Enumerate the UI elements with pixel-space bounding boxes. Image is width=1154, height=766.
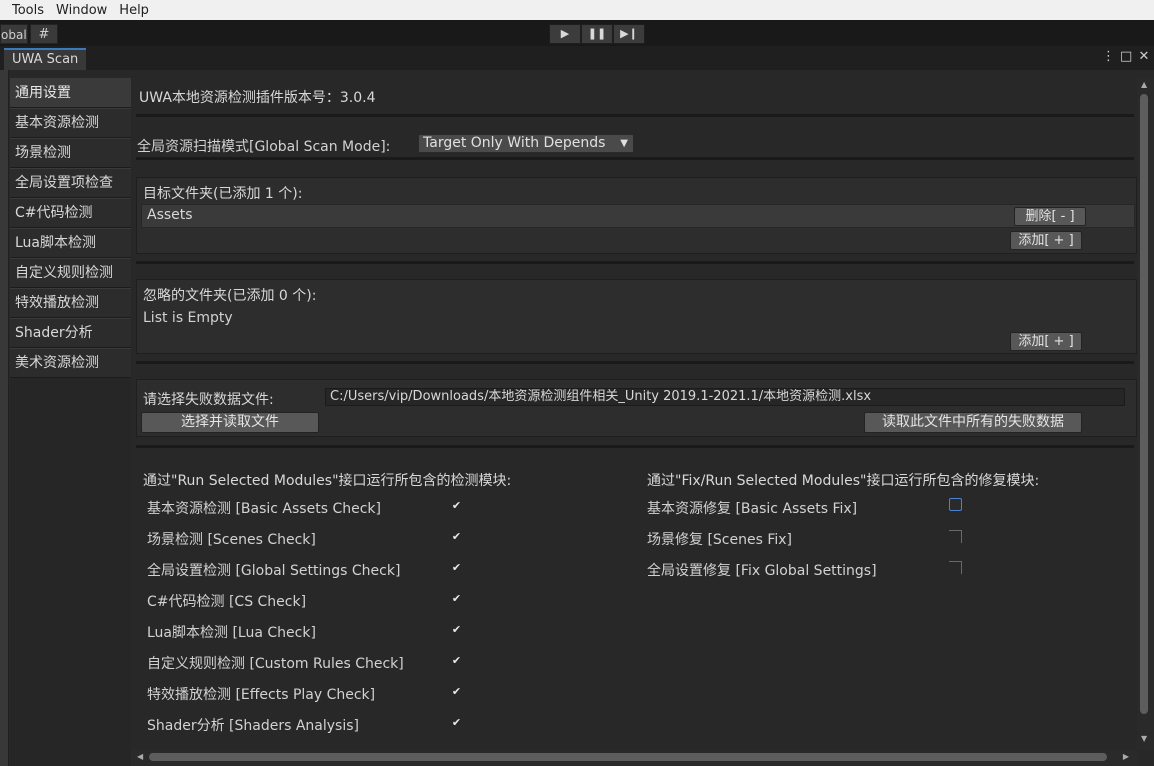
scan-mode-value: Target Only With Depends: [423, 135, 606, 151]
run-module-global-settings: 全局设置检测 [Global Settings Check]: [147, 560, 400, 590]
run-cs-checkbox[interactable]: ✔: [450, 592, 463, 605]
run-custom-rules-checkbox[interactable]: ✔: [450, 654, 463, 667]
separator: [136, 114, 1134, 117]
fix-modules-header: 通过"Fix/Run Selected Modules"接口运行所包含的修复模块…: [647, 473, 1040, 489]
module-label: 基本资源修复 [Basic Assets Fix]: [647, 501, 858, 517]
tab-controls: ⋮ □ ✕: [1102, 49, 1150, 64]
read-all-fail-data-button[interactable]: 读取此文件中所有的失败数据: [864, 412, 1082, 433]
sidebar-item-shader[interactable]: Shader分析: [10, 318, 131, 348]
separator: [136, 157, 1134, 160]
module-label: Shader分析 [Shaders Analysis]: [147, 718, 359, 734]
separator: [136, 361, 1134, 364]
horizontal-scroll-thumb[interactable]: [149, 753, 1107, 761]
sidebar-item-art-assets[interactable]: 美术资源检测: [10, 348, 131, 378]
tab-uwa-scan[interactable]: UWA Scan: [4, 48, 86, 70]
module-label: 场景检测 [Scenes Check]: [147, 532, 316, 548]
fix-basic-assets-checkbox[interactable]: [949, 498, 962, 511]
fix-scenes-checkbox[interactable]: [949, 530, 962, 543]
sidebar-item-basic-assets[interactable]: 基本资源检测: [10, 108, 131, 138]
run-module-shaders: Shader分析 [Shaders Analysis]: [147, 715, 359, 745]
scroll-down-icon[interactable]: ▼: [1141, 734, 1147, 743]
choose-file-button[interactable]: 选择并读取文件: [141, 412, 319, 433]
module-label: 基本资源检测 [Basic Assets Check]: [147, 501, 381, 517]
menu-window[interactable]: Window: [50, 3, 113, 18]
horizontal-scrollbar[interactable]: ◀ ▶: [131, 750, 1137, 766]
target-folders-panel: 目标文件夹(已添加 1 个): Assets 删除[ - ] 添加[ + ]: [136, 177, 1137, 254]
run-module-effects: 特效播放检测 [Effects Play Check]: [147, 684, 375, 714]
run-module-cs: C#代码检测 [CS Check]: [147, 591, 306, 621]
run-module-lua: Lua脚本检测 [Lua Check]: [147, 622, 316, 652]
fail-file-path-field[interactable]: C:/Users/vip/Downloads/本地资源检测组件相关_Unity …: [325, 388, 1125, 406]
scroll-right-icon[interactable]: ▶: [1123, 752, 1129, 761]
fix-module-global-settings: 全局设置修复 [Fix Global Settings]: [647, 560, 877, 590]
target-folder-path: Assets: [147, 207, 193, 223]
step-icon[interactable]: ▶❙: [613, 24, 645, 44]
menu-bar: Tools Window Help: [0, 0, 1154, 20]
playmode-controls: ▶ ❚❚ ▶❙: [549, 24, 645, 44]
run-module-custom-rules: 自定义规则检测 [Custom Rules Check]: [147, 653, 404, 683]
ignored-empty-text: List is Empty: [143, 310, 233, 326]
scan-mode-label: 全局资源扫描模式[Global Scan Mode]:: [137, 139, 391, 155]
main-content: UWA本地资源检测插件版本号：3.0.4 全局资源扫描模式[Global Sca…: [131, 78, 1137, 750]
run-module-basic-assets: 基本资源检测 [Basic Assets Check]: [147, 498, 381, 528]
add-target-folder-button[interactable]: 添加[ + ]: [1010, 231, 1082, 250]
module-label: 全局设置检测 [Global Settings Check]: [147, 563, 401, 579]
run-module-scenes: 场景检测 [Scenes Check]: [147, 529, 316, 559]
menu-help[interactable]: Help: [113, 3, 155, 18]
add-ignored-folder-button[interactable]: 添加[ + ]: [1010, 332, 1082, 351]
module-label: C#代码检测 [CS Check]: [147, 594, 307, 610]
menu-tools[interactable]: Tools: [0, 3, 50, 18]
more-menu-icon[interactable]: ⋮: [1102, 49, 1115, 64]
sidebar-empty-area: [10, 378, 131, 766]
scroll-up-icon[interactable]: ▲: [1141, 80, 1147, 89]
grid-snap-icon[interactable]: #: [30, 24, 58, 44]
sidebar-item-cs[interactable]: C#代码检测: [10, 198, 131, 228]
sidebar-item-global-settings[interactable]: 全局设置项检查: [10, 168, 131, 198]
fail-data-panel: 请选择失败数据文件: C:/Users/vip/Downloads/本地资源检测…: [136, 379, 1137, 437]
dropdown-arrow-icon: ▼: [620, 138, 628, 149]
run-basic-assets-checkbox[interactable]: ✔: [450, 499, 463, 512]
module-label: 特效播放检测 [Effects Play Check]: [147, 687, 376, 703]
vertical-scroll-thumb[interactable]: [1140, 94, 1148, 714]
fix-module-scenes: 场景修复 [Scenes Fix]: [647, 529, 792, 559]
module-label: 自定义规则检测 [Custom Rules Check]: [147, 656, 404, 672]
global-toggle-button[interactable]: obal: [0, 24, 28, 44]
vertical-scrollbar[interactable]: ▲ ▼: [1137, 78, 1154, 750]
scan-mode-dropdown[interactable]: Target Only With Depends ▼: [418, 134, 634, 153]
fix-global-settings-checkbox[interactable]: [949, 561, 962, 574]
run-modules-header: 通过"Run Selected Modules"接口运行所包含的检测模块:: [143, 473, 512, 489]
pause-icon[interactable]: ❚❚: [581, 24, 613, 44]
ignored-folders-title: 忽略的文件夹(已添加 0 个):: [143, 288, 317, 304]
close-icon[interactable]: ✕: [1138, 49, 1150, 64]
ignored-folders-panel: 忽略的文件夹(已添加 0 个): List is Empty 添加[ + ]: [136, 279, 1137, 354]
window-tab-bar: UWA Scan ⋮ □ ✕: [0, 46, 1154, 70]
module-label: 场景修复 [Scenes Fix]: [647, 532, 793, 548]
sidebar-item-lua[interactable]: Lua脚本检测: [10, 228, 131, 258]
left-window-edge: [0, 70, 9, 766]
delete-folder-button[interactable]: 删除[ - ]: [1014, 207, 1086, 226]
module-label: Lua脚本检测 [Lua Check]: [147, 625, 316, 641]
target-folders-title: 目标文件夹(已添加 1 个):: [143, 186, 303, 202]
toolbar: obal # ▶ ❚❚ ▶❙: [0, 20, 1154, 46]
fix-module-basic-assets: 基本资源修复 [Basic Assets Fix]: [647, 498, 857, 528]
maximize-icon[interactable]: □: [1120, 49, 1132, 64]
list-item[interactable]: Assets 删除[ - ]: [141, 204, 1135, 228]
sidebar-item-scenes[interactable]: 场景检测: [10, 138, 131, 168]
play-icon[interactable]: ▶: [549, 24, 581, 44]
fail-file-label: 请选择失败数据文件:: [143, 392, 274, 408]
separator: [136, 261, 1134, 264]
sidebar-item-general[interactable]: 通用设置: [10, 78, 131, 108]
run-global-settings-checkbox[interactable]: ✔: [450, 561, 463, 574]
scroll-left-icon[interactable]: ◀: [137, 752, 143, 761]
sidebar-item-custom-rules[interactable]: 自定义规则检测: [10, 258, 131, 288]
module-label: 全局设置修复 [Fix Global Settings]: [647, 563, 877, 579]
sidebar: 通用设置 基本资源检测 场景检测 全局设置项检查 C#代码检测 Lua脚本检测 …: [10, 78, 131, 378]
sidebar-item-effects[interactable]: 特效播放检测: [10, 288, 131, 318]
run-scenes-checkbox[interactable]: ✔: [450, 530, 463, 543]
run-shaders-checkbox[interactable]: ✔: [450, 716, 463, 729]
run-lua-checkbox[interactable]: ✔: [450, 623, 463, 636]
separator: [136, 445, 1134, 448]
version-label: UWA本地资源检测插件版本号：3.0.4: [139, 90, 376, 106]
run-effects-checkbox[interactable]: ✔: [450, 685, 463, 698]
